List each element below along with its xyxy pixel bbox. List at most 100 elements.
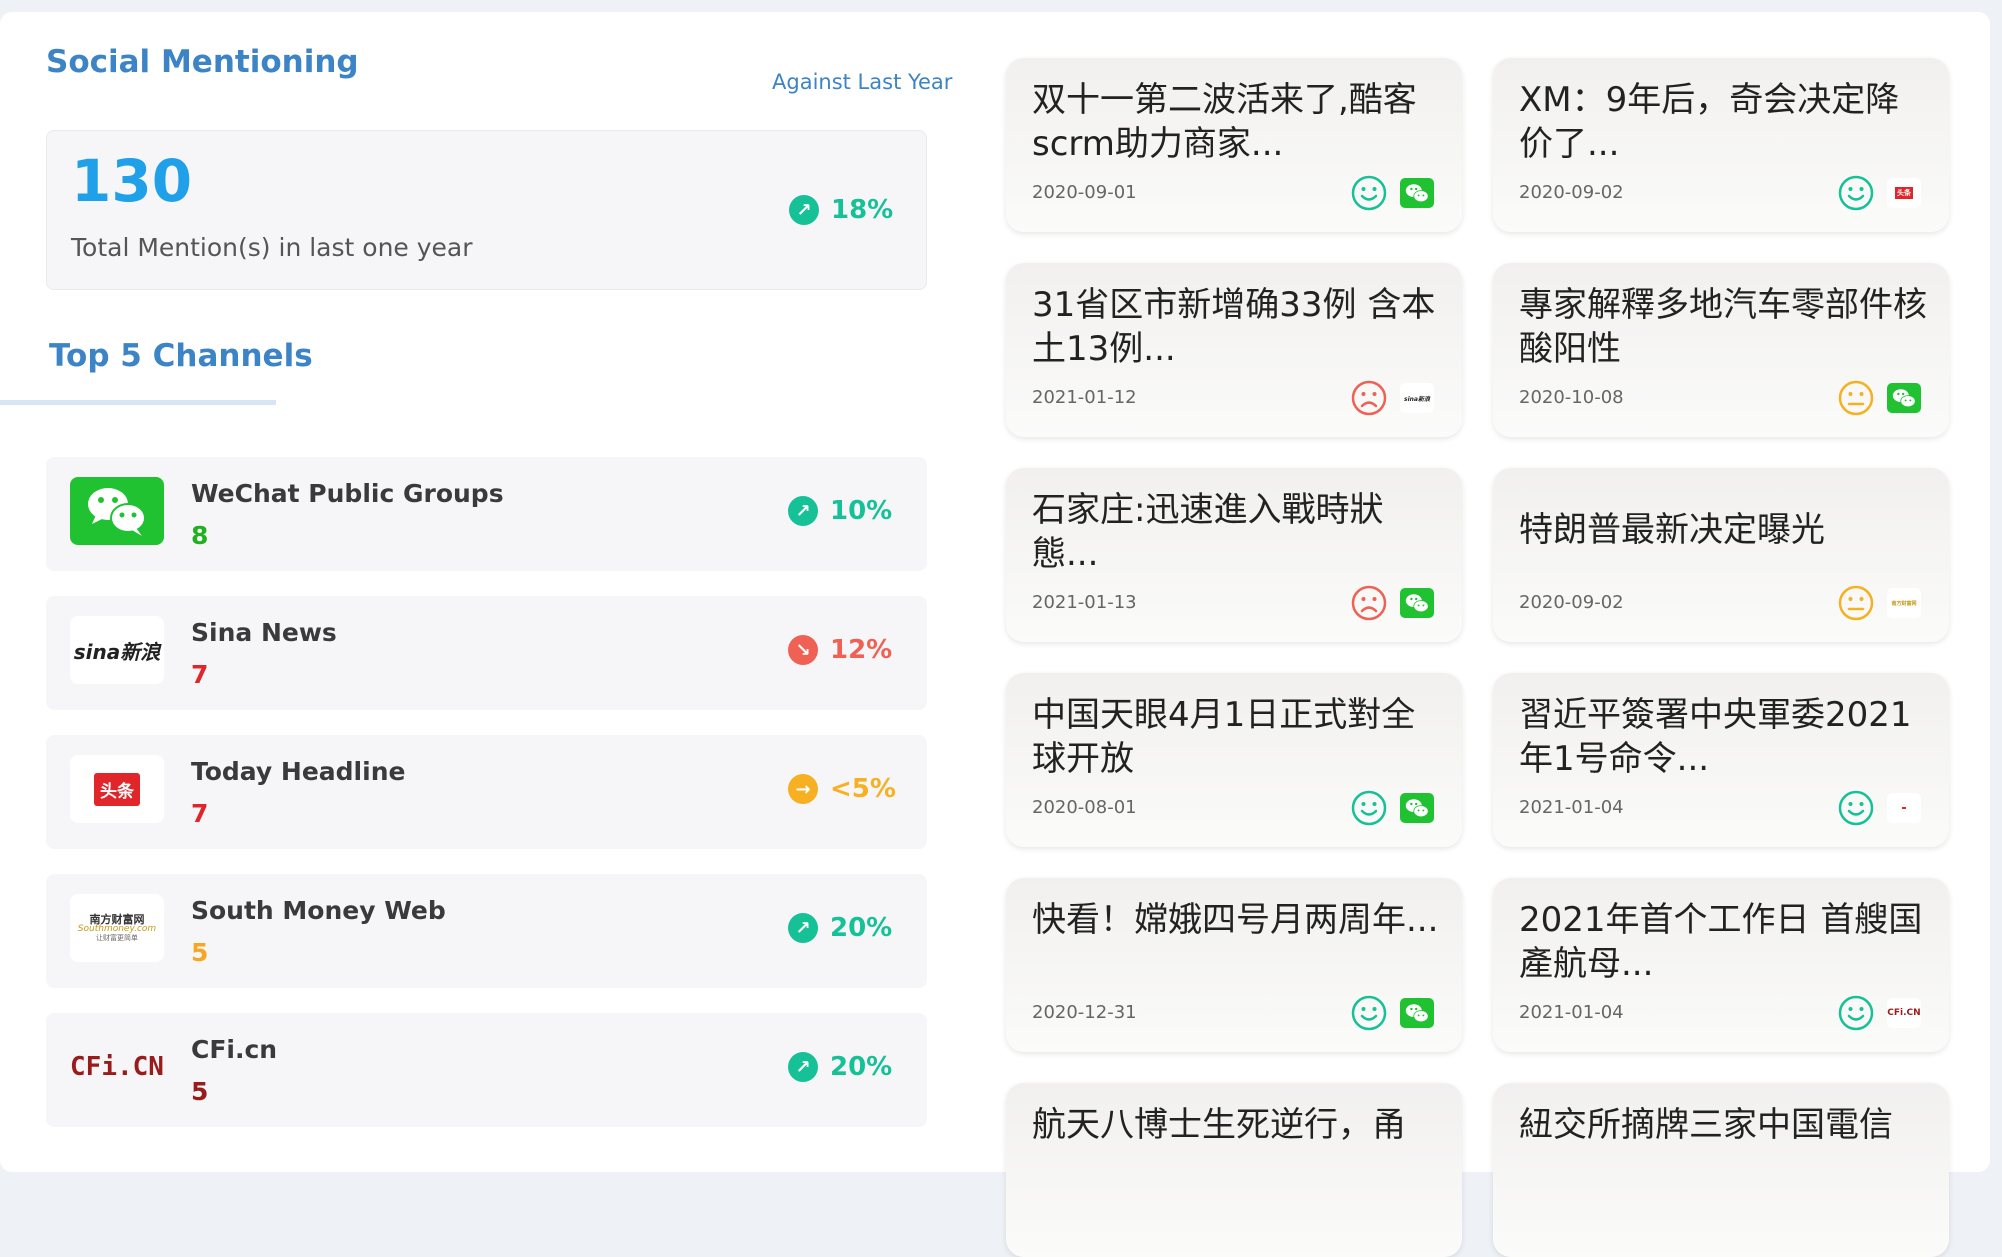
news-title: XM：9年后，奇会决定降价了... [1519,80,1900,164]
channel-name: CFi.cn [191,1035,278,1064]
source-logo-text: 南方财富网 [1891,600,1917,607]
neutral-sentiment-icon [1837,379,1875,417]
news-title: 習近平簽署中央軍委2021年1号命令... [1519,695,1912,779]
wechat-source-icon [1400,588,1434,618]
channel-change-value: 12% [830,635,893,665]
total-change: ↗ 18% [789,195,893,225]
wechat-source-icon [1400,998,1434,1028]
news-title: 特朗普最新决定曝光 [1519,510,1825,550]
news-title: 專家解釋多地汽车零部件核酸阳性 [1519,285,1927,369]
channel-name: WeChat Public Groups [191,479,504,508]
news-title: 中国天眼4月1日正式對全球开放 [1032,695,1416,779]
news-title: 2021年首个工作日 首艘国產航母... [1519,900,1923,984]
southmoney-source-icon: 南方财富网 [1887,588,1921,618]
sina-logo-icon: sina新浪 [70,616,164,684]
news-card[interactable]: 石家庄:迅速進入戰時狀態... 2021-01-13 [1006,468,1462,642]
news-card[interactable]: XM：9年后，奇会决定降价了... 2020-09-02 头条 [1493,58,1949,232]
trend-up-icon: ↗ [788,1052,818,1082]
source-logo-text: sina新浪 [1404,395,1430,403]
channel-change-value: 20% [830,1052,893,1082]
toutiao-logo-icon: 头条 [70,755,164,823]
total-change-value: 18% [831,195,894,225]
news-date: 2020-12-31 [1032,1002,1137,1023]
top-channels-underline [0,400,276,405]
news-title: 石家庄:迅速進入戰時狀態... [1032,490,1384,574]
section-title: Social Mentioning [46,44,359,80]
channel-row-wechat[interactable]: WeChat Public Groups 8 ↗ 10% [46,457,927,571]
positive-sentiment-icon [1837,994,1875,1032]
channel-name: Today Headline [191,757,406,786]
news-card[interactable]: 2021年首个工作日 首艘国產航母... 2021-01-04 CFi.CN [1493,878,1949,1052]
neutral-sentiment-icon [1837,584,1875,622]
channel-row-cfi[interactable]: CFi.CN CFi.cn 5 ↗ 20% [46,1013,927,1127]
wechat-source-icon [1400,793,1434,823]
news-card[interactable]: 中国天眼4月1日正式對全球开放 2020-08-01 [1006,673,1462,847]
channel-change: → <5% [788,774,896,804]
news-card[interactable]: 航天八博士生死逆行，甬 [1006,1083,1462,1257]
channel-name: Sina News [191,618,337,647]
channel-row-southmoney[interactable]: 南方财富网 Southmoney.com 让财富更简单 South Money … [46,874,927,988]
channel-count: 5 [191,938,209,967]
source-logo-text: 头条 [1895,187,1913,199]
positive-sentiment-icon [1837,789,1875,827]
news-date: 2020-10-08 [1519,387,1624,408]
trend-up-icon: ↗ [788,496,818,526]
source-logo-text [1902,807,1906,809]
channel-change: ↗ 20% [788,913,892,943]
other-source-icon [1887,793,1921,823]
news-date: 2021-01-13 [1032,592,1137,613]
news-card[interactable]: 特朗普最新决定曝光 2020-09-02 南方财富网 [1493,468,1949,642]
news-date: 2020-09-02 [1519,182,1624,203]
news-date: 2020-08-01 [1032,797,1137,818]
channel-change-value: 10% [830,496,893,526]
total-mentions-label: Total Mention(s) in last one year [71,233,473,262]
channel-count: 8 [191,521,209,550]
channel-count: 5 [191,1077,209,1106]
total-mentions-value: 130 [71,147,193,215]
news-card[interactable]: 紐交所摘牌三家中国電信 [1493,1083,1949,1257]
news-date: 2021-01-04 [1519,797,1624,818]
trend-up-icon: ↗ [789,195,819,225]
trend-down-icon: ↘ [788,635,818,665]
news-card[interactable]: 双十一第二波活来了,酷客scrm助力商家... 2020-09-01 [1006,58,1462,232]
news-card[interactable]: 專家解釋多地汽车零部件核酸阳性 2020-10-08 [1493,263,1949,437]
southmoney-logo-icon: 南方财富网 Southmoney.com 让财富更简单 [70,894,164,962]
channel-count: 7 [191,660,209,689]
channel-count: 7 [191,799,209,828]
sina-logo-text: sina新浪 [73,639,161,664]
wechat-logo-icon [70,477,164,545]
news-date: 2021-01-12 [1032,387,1137,408]
wechat-source-icon [1400,178,1434,208]
trend-flat-icon: → [788,774,818,804]
channel-row-toutiao[interactable]: 头条 Today Headline 7 → <5% [46,735,927,849]
channel-name: South Money Web [191,896,446,925]
negative-sentiment-icon [1350,379,1388,417]
toutiao-source-icon: 头条 [1887,178,1921,208]
trend-up-icon: ↗ [788,913,818,943]
channel-row-sina[interactable]: sina新浪 Sina News 7 ↘ 12% [46,596,927,710]
sina-source-icon: sina新浪 [1400,383,1434,413]
wechat-source-icon [1887,383,1921,413]
news-card[interactable]: 習近平簽署中央軍委2021年1号命令... 2021-01-04 [1493,673,1949,847]
channel-change: ↘ 12% [788,635,892,665]
negative-sentiment-icon [1350,584,1388,622]
source-logo-text: CFi.CN [1887,1008,1921,1018]
news-date: 2020-09-02 [1519,592,1624,613]
channel-change-value: <5% [830,774,896,804]
cfi-logo-icon: CFi.CN [70,1033,164,1101]
positive-sentiment-icon [1350,174,1388,212]
positive-sentiment-icon [1350,789,1388,827]
channel-change: ↗ 10% [788,496,892,526]
news-date: 2020-09-01 [1032,182,1137,203]
total-mentions-card: 130 Total Mention(s) in last one year ↗ … [46,130,927,290]
top-channels-title: Top 5 Channels [49,338,313,374]
cfi-logo-text: CFi.CN [70,1052,164,1082]
news-title: 31省区市新增确33例 含本土13例... [1032,285,1436,369]
news-title: 航天八博士生死逆行，甬 [1032,1105,1406,1145]
channel-change-value: 20% [830,913,893,943]
news-card[interactable]: 31省区市新增确33例 含本土13例... 2021-01-12 sina新浪 [1006,263,1462,437]
southmoney-logo-sub: 让财富更简单 [95,933,138,942]
news-date: 2021-01-04 [1519,1002,1624,1023]
news-card[interactable]: 快看！嫦娥四号月两周年... 2020-12-31 [1006,878,1462,1052]
positive-sentiment-icon [1837,174,1875,212]
